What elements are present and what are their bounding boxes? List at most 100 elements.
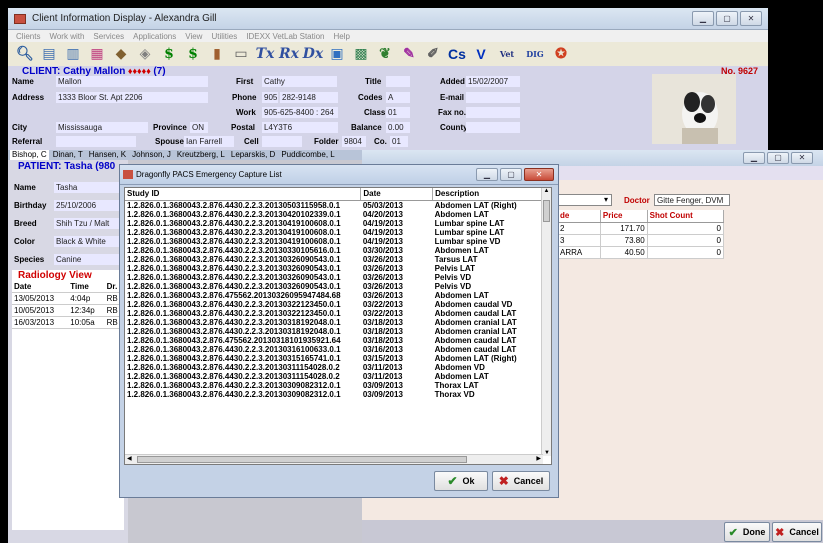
study-header[interactable]: Date <box>360 188 434 201</box>
tab-6[interactable]: Puddicombe, L <box>279 150 336 160</box>
tab-4[interactable]: Kreutzberg, L <box>175 150 227 160</box>
search-icon[interactable]: 🔍︎ <box>16 45 34 63</box>
tab-2[interactable]: Hansen, K <box>87 150 128 160</box>
scroll-left-icon[interactable]: ◀ <box>127 455 132 462</box>
type-dropdown[interactable]: ▾ <box>556 194 612 206</box>
study-row[interactable]: 1.2.826.0.1.3680043.2.876.4430.2.2.3.201… <box>125 354 543 363</box>
services-minimize-button[interactable]: ▁ <box>743 152 765 164</box>
menu-item[interactable]: Applications <box>133 32 176 41</box>
study-row[interactable]: 1.2.826.0.1.3680043.2.876.4430.2.2.3.201… <box>125 327 543 336</box>
tab-3[interactable]: Johnson, J <box>130 150 173 160</box>
menu-item[interactable]: View <box>185 32 202 41</box>
phone-area-field[interactable]: 905 <box>262 92 278 103</box>
spouse-field[interactable]: Ian Farrell <box>184 136 234 147</box>
province-field[interactable]: ON <box>190 122 208 133</box>
services-maximize-button[interactable]: ▢ <box>767 152 789 164</box>
doctor-dropdown[interactable]: Gitte Fenger, DVM <box>654 194 730 206</box>
document-edit-icon[interactable]: ▥ <box>64 45 82 63</box>
tab-1[interactable]: Dinan, T <box>51 150 85 160</box>
jar-icon[interactable]: ▮ <box>208 45 226 63</box>
dig-icon[interactable]: DIG <box>524 45 546 63</box>
tab-5[interactable]: Leparskis, D <box>229 150 277 160</box>
study-row[interactable]: 1.2.826.0.1.3680043.2.876.4430.2.2.3.201… <box>125 300 543 309</box>
minimize-button[interactable]: ▁ <box>692 11 714 26</box>
name-field[interactable]: Mallon <box>56 76 208 87</box>
cell-field[interactable] <box>262 136 302 147</box>
study-row[interactable]: 1.2.826.0.1.3680043.2.876.4430.2.2.3.201… <box>125 363 543 372</box>
color-field[interactable]: Black & White <box>54 236 124 247</box>
study-row[interactable]: 1.2.826.0.1.3680043.2.876.4430.2.2.3.201… <box>125 273 543 282</box>
fax-field[interactable] <box>466 107 520 118</box>
study-row[interactable]: 1.2.826.0.1.3680043.2.876.4430.2.2.3.201… <box>125 210 543 219</box>
hscroll-thumb[interactable] <box>137 456 467 463</box>
list-icon[interactable]: ▣ <box>328 45 346 63</box>
referral-field[interactable] <box>56 136 136 147</box>
vertical-scrollbar[interactable]: ▲ ▼ <box>541 188 551 456</box>
folder-field[interactable]: 9804 <box>342 136 366 147</box>
paw-icon[interactable]: ❦ <box>376 45 394 63</box>
menu-item[interactable]: Work with <box>49 32 84 41</box>
tag-icon[interactable]: ◈ <box>136 45 154 63</box>
printer-icon[interactable]: ▭ <box>232 45 250 63</box>
study-row[interactable]: 1.2.826.0.1.3680043.2.876.4430.2.2.3.201… <box>125 282 543 291</box>
city-field[interactable]: Mississauga <box>56 122 148 133</box>
study-row[interactable]: 1.2.826.0.1.3680043.2.876.4430.2.2.3.201… <box>125 200 543 210</box>
scroll-down-icon[interactable]: ▼ <box>542 450 551 456</box>
study-row[interactable]: 1.2.826.0.1.3680043.2.876.4430.2.2.3.201… <box>125 372 543 381</box>
cancel-button[interactable]: ✖ Cancel <box>492 471 550 491</box>
work-field[interactable]: 905-625-8400 : 264 <box>262 107 338 118</box>
scroll-up-icon[interactable]: ▲ <box>542 188 551 194</box>
maximize-button[interactable]: ▢ <box>716 11 738 26</box>
codes-field[interactable]: A <box>386 92 410 103</box>
cs-icon[interactable]: Cs <box>448 45 466 63</box>
menu-item[interactable]: Help <box>334 32 350 41</box>
class-field[interactable]: 01 <box>386 107 410 118</box>
radiology-row[interactable]: 13/05/2013 4:04p RB <box>12 292 124 305</box>
close-button[interactable]: ✕ <box>740 11 762 26</box>
menu-item[interactable]: Services <box>93 32 124 41</box>
document-icon[interactable]: ▤ <box>40 45 58 63</box>
dollar-icon[interactable]: $ <box>160 45 178 63</box>
menu-item[interactable]: Clients <box>16 32 40 41</box>
services-cancel-button[interactable]: ✖ Cancel <box>772 522 822 542</box>
study-row[interactable]: 1.2.826.0.1.3680043.2.876.4430.2.2.3.201… <box>125 264 543 273</box>
menu-item[interactable]: IDEXX VetLab Station <box>246 32 324 41</box>
services-row[interactable]: ARRA 40.50 0 <box>558 246 725 259</box>
county-field[interactable] <box>466 122 520 133</box>
ok-button[interactable]: ✔ Ok <box>434 471 488 491</box>
horizontal-scrollbar[interactable]: ◀ ▶ <box>125 454 543 464</box>
calculator-icon[interactable]: ▩ <box>352 45 370 63</box>
vet-icon[interactable]: Vet <box>496 45 518 63</box>
study-row[interactable]: 1.2.826.0.1.3680043.2.876.4430.2.2.3.201… <box>125 219 543 228</box>
title-field[interactable] <box>386 76 410 87</box>
study-row[interactable]: 1.2.826.0.1.3680043.2.876.4430.2.2.3.201… <box>125 390 543 399</box>
menu-item[interactable]: Utilities <box>211 32 237 41</box>
study-row[interactable]: 1.2.826.0.1.3680043.2.876.475562.2013031… <box>125 336 543 345</box>
services-row[interactable]: 2 171.70 0 <box>558 222 725 235</box>
study-row[interactable]: 1.2.826.0.1.3680043.2.876.475562.2013032… <box>125 291 543 300</box>
box-icon[interactable]: ◆ <box>112 45 130 63</box>
lifebuoy-icon[interactable]: ✪ <box>552 45 570 63</box>
species-field[interactable]: Canine <box>54 254 124 265</box>
birthday-field[interactable]: 25/10/2006 <box>54 200 124 211</box>
study-header[interactable]: Description <box>432 188 543 201</box>
services-row[interactable]: 3 73.80 0 <box>558 234 725 247</box>
co-field[interactable]: 01 <box>390 136 408 147</box>
study-row[interactable]: 1.2.826.0.1.3680043.2.876.4430.2.2.3.201… <box>125 237 543 246</box>
study-row[interactable]: 1.2.826.0.1.3680043.2.876.4430.2.2.3.201… <box>125 255 543 264</box>
tab-0[interactable]: Bishop, C <box>10 150 49 160</box>
scroll-thumb[interactable] <box>543 200 550 222</box>
phone-field[interactable]: 282-9148 <box>280 92 338 103</box>
study-row[interactable]: 1.2.826.0.1.3680043.2.876.4430.2.2.3.201… <box>125 381 543 390</box>
dollar-alt-icon[interactable]: $ <box>184 45 202 63</box>
pen-icon[interactable]: ✎ <box>400 45 418 63</box>
first-field[interactable]: Cathy <box>262 76 337 87</box>
study-header[interactable]: Study ID <box>125 188 362 201</box>
calendar-icon[interactable]: ▦ <box>88 45 106 63</box>
patient-name-field[interactable]: Tasha <box>54 182 124 193</box>
balance-field[interactable]: 0.00 <box>386 122 410 133</box>
wrench-icon[interactable]: ✐ <box>424 45 442 63</box>
scroll-right-icon[interactable]: ▶ <box>536 455 541 462</box>
study-row[interactable]: 1.2.826.0.1.3680043.2.876.4430.2.2.3.201… <box>125 309 543 318</box>
done-button[interactable]: ✔ Done <box>724 522 770 542</box>
